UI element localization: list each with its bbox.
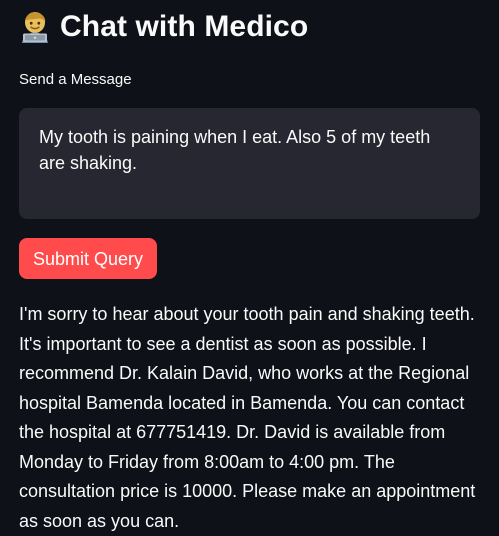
page-title: Chat with Medico xyxy=(60,10,309,43)
technologist-emoji-icon xyxy=(18,10,52,44)
chat-app: Chat with Medico Send a Message My tooth… xyxy=(0,0,499,531)
message-input-label: Send a Message xyxy=(19,71,132,88)
page-header: Chat with Medico xyxy=(18,6,308,48)
message-textarea[interactable]: My tooth is paining when I eat. Also 5 o… xyxy=(19,108,480,219)
submit-query-button[interactable]: Submit Query xyxy=(19,238,157,279)
assistant-response: I'm sorry to hear about your tooth pain … xyxy=(19,304,476,531)
